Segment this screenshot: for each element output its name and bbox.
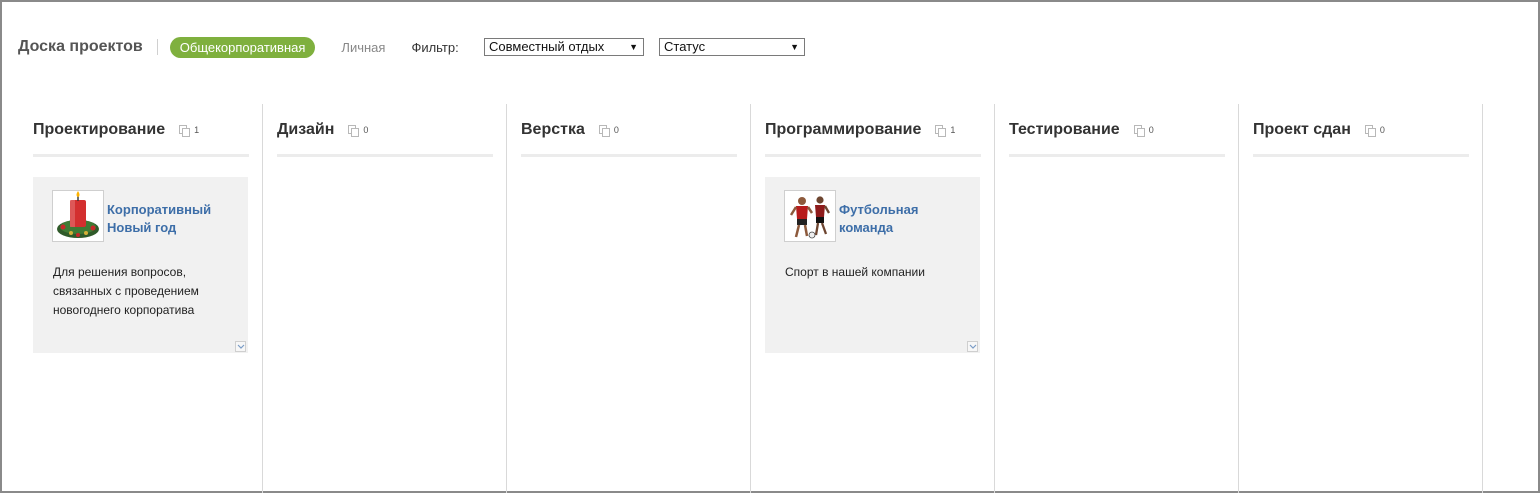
column-count-value: 0 [613,125,619,135]
column-count: 0 [598,125,619,137]
column-rule [1009,154,1225,157]
column-count-value: 1 [950,125,956,135]
column-divider [994,104,995,493]
column-header: Дизайн 0 [277,120,368,140]
column-rule [277,154,493,157]
project-title-line: Корпоративный [107,202,212,217]
column-header: Проект сдан 0 [1253,120,1385,140]
column-rule [765,154,981,157]
column-divider [750,104,751,493]
column-count: 1 [179,125,200,137]
column-title: Проект сдан [1253,121,1351,138]
board-header: Доска проектов Общекорпоративная Личная … [18,36,459,58]
column-title: Программирование [765,121,922,138]
project-thumbnail[interactable] [52,190,104,242]
project-card-football[interactable]: Футбольная команда Спорт в нашей компани… [765,177,980,353]
chevron-down-icon [969,344,977,349]
expand-card-button[interactable] [235,341,246,352]
column-divider [262,104,263,493]
column-rule [521,154,737,157]
column-count: 1 [935,125,956,137]
column-count-value: 1 [194,125,200,135]
column-rule [33,154,249,157]
triangle-down-icon: ▼ [629,42,638,52]
project-title-line: команда [839,220,894,235]
project-description: Спорт в нашей компании [785,263,925,282]
page-title: Доска проектов [18,38,143,55]
column-title: Верстка [521,121,585,138]
tab-corporate[interactable]: Общекорпоративная [169,36,316,58]
column-count: 0 [1133,125,1154,137]
column-divider [1482,104,1483,493]
description-line: Для решения вопросов, [53,265,187,279]
football-players-image [785,191,835,241]
documents-icon [179,125,191,137]
project-title-link[interactable]: Корпоративный Новый год [107,201,211,237]
column-title: Тестирование [1009,121,1120,138]
documents-icon [348,125,360,137]
expand-card-button[interactable] [967,341,978,352]
status-select-value: Статус [664,39,706,54]
filter-select[interactable]: Совместный отдых ▼ [484,38,644,56]
column-count-value: 0 [1379,125,1385,135]
project-title-line: Футбольная [839,202,919,217]
column-header: Программирование 1 [765,120,955,140]
column-divider [1238,104,1239,493]
project-title-link[interactable]: Футбольная команда [839,201,918,237]
tab-personal[interactable]: Личная [341,40,385,55]
column-header: Верстка 0 [521,120,619,140]
christmas-candle-image [53,191,103,241]
column-rule [1253,154,1469,157]
documents-icon [935,125,947,137]
column-count: 0 [348,125,369,137]
project-thumbnail[interactable] [784,190,836,242]
column-count: 0 [1364,125,1385,137]
header-divider [156,39,158,55]
column-count-value: 0 [1148,125,1154,135]
column-header: Проектирование 1 [33,120,199,140]
project-card-new-year[interactable]: Корпоративный Новый год Для решения вопр… [33,177,248,353]
description-line: новогоднего корпоратива [53,303,195,317]
description-line: связанных с проведением [53,284,199,298]
project-title-line: Новый год [107,220,177,235]
triangle-down-icon: ▼ [790,42,799,52]
project-description: Для решения вопросов, связанных с провед… [53,263,199,320]
description-line: Спорт в нашей компании [785,265,925,279]
column-header: Тестирование 0 [1009,120,1154,140]
column-divider [506,104,507,493]
column-title: Проектирование [33,121,166,138]
column-title: Дизайн [277,121,335,138]
filter-select-value: Совместный отдых [489,39,605,54]
documents-icon [1133,125,1145,137]
filter-label: Фильтр: [411,39,459,55]
column-count-value: 0 [363,125,369,135]
documents-icon [598,125,610,137]
documents-icon [1364,125,1376,137]
status-select[interactable]: Статус ▼ [659,38,805,56]
chevron-down-icon [237,344,245,349]
